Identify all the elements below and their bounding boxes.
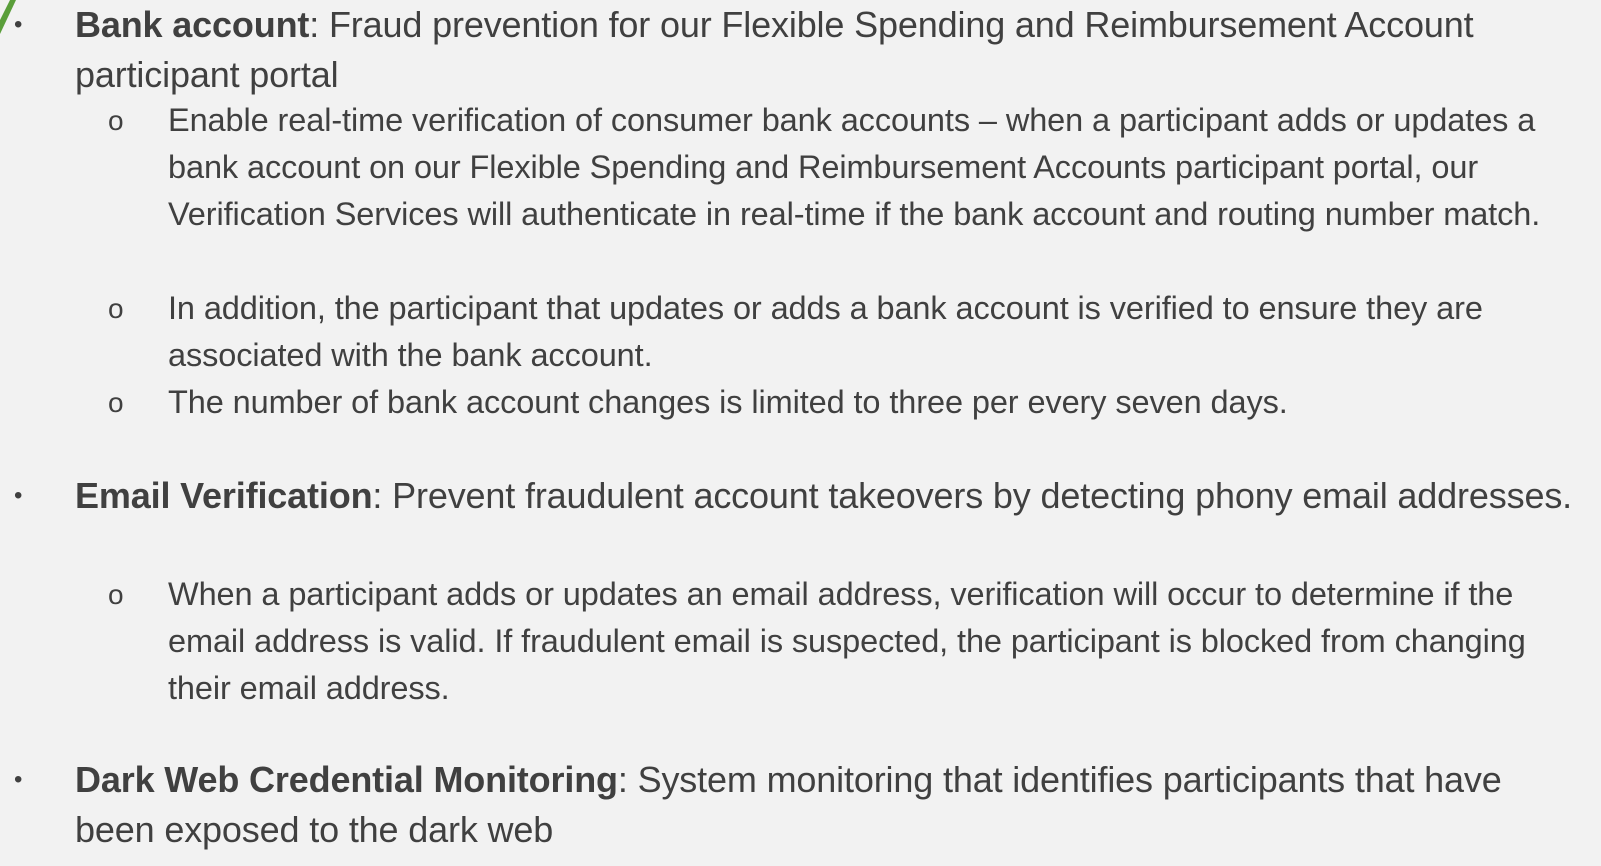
bullet-marker: • xyxy=(14,766,23,793)
bullet-heading: Dark Web Credential Monitoring xyxy=(75,759,618,800)
sub-text: Enable real-time verification of consume… xyxy=(168,102,1541,232)
sub-text: In addition, the participant that update… xyxy=(168,290,1483,373)
sub-text: When a participant adds or updates an em… xyxy=(168,576,1526,706)
bullet-text: Dark Web Credential Monitoring: System m… xyxy=(75,755,1585,855)
sub-marker: o xyxy=(108,293,124,324)
bullet-text: Bank account: Fraud prevention for our F… xyxy=(75,0,1585,100)
document-body: • Bank account: Fraud prevention for our… xyxy=(0,0,1601,866)
bullet-heading: Bank account xyxy=(75,4,310,45)
sub-marker: o xyxy=(108,387,124,418)
sub-marker: o xyxy=(108,105,124,136)
bullet-heading: Email Verification xyxy=(75,475,373,516)
bullet-marker: • xyxy=(14,482,23,509)
bullet-text: Email Verification: Prevent fraudulent a… xyxy=(75,471,1585,521)
bullet-description: : Prevent fraudulent account takeovers b… xyxy=(372,475,1573,516)
sub-marker: o xyxy=(108,579,124,610)
bullet-marker: • xyxy=(14,11,23,38)
sub-text: The number of bank account changes is li… xyxy=(168,384,1288,420)
